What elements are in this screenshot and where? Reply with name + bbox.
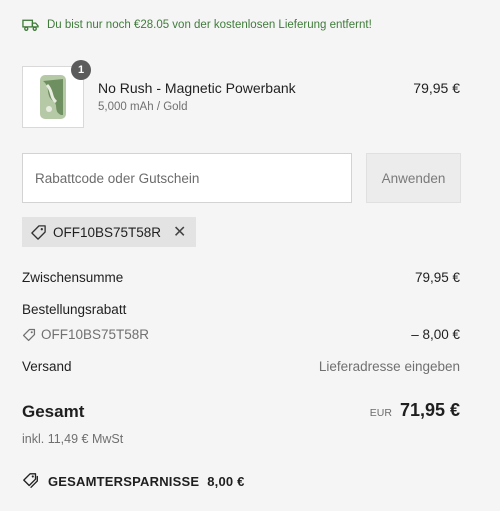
product-title: No Rush - Magnetic Powerbank (98, 80, 296, 96)
subtotal-value: 79,95 € (414, 270, 460, 285)
currency-code: EUR (369, 407, 392, 419)
order-discount-code: OFF10BS75T58R (41, 327, 150, 342)
order-discount-code-line: OFF10BS75T58R (22, 327, 149, 342)
order-discount-label: Bestellungsrabatt (22, 302, 127, 317)
free-shipping-banner: Du bist nur noch €28.05 von der kostenlo… (22, 18, 372, 32)
truck-icon (22, 19, 39, 31)
total-value-group: EUR 71,95 € (370, 400, 460, 421)
tax-note: inkl. 11,49 € MwSt (22, 432, 124, 446)
tags-icon (23, 473, 38, 488)
applied-discount-code: OFF10BS75T58R (53, 224, 162, 240)
quantity-badge: 1 (71, 60, 91, 80)
remove-discount-icon[interactable]: ✕ (173, 222, 186, 242)
product-price: 79,95 € (413, 80, 460, 96)
total-amount: 71,95 € (399, 400, 460, 420)
product-variant: 5,000 mAh / Gold (98, 101, 188, 113)
total-label: Gesamt (22, 402, 85, 421)
apply-discount-button[interactable]: Anwenden (366, 153, 461, 203)
subtotal-label: Zwischensumme (22, 270, 124, 285)
savings-value: 8,00 € (207, 473, 245, 489)
applied-discount-chip: OFF10BS75T58R ✕ (22, 217, 197, 247)
savings-label: GESAMTERSPARNISSE (48, 473, 200, 489)
shipping-label: Versand (22, 359, 72, 374)
shipping-banner-text: Du bist nur noch €28.05 von der kostenlo… (47, 19, 372, 31)
total-savings: GESAMTERSPARNISSE 8,00 € (22, 472, 245, 490)
discount-code-input[interactable] (22, 153, 352, 203)
order-discount-value: – 8,00 € (411, 327, 460, 342)
tag-icon (31, 224, 46, 240)
shipping-value: Lieferadresse eingeben (318, 359, 460, 374)
tag-icon (22, 328, 36, 341)
